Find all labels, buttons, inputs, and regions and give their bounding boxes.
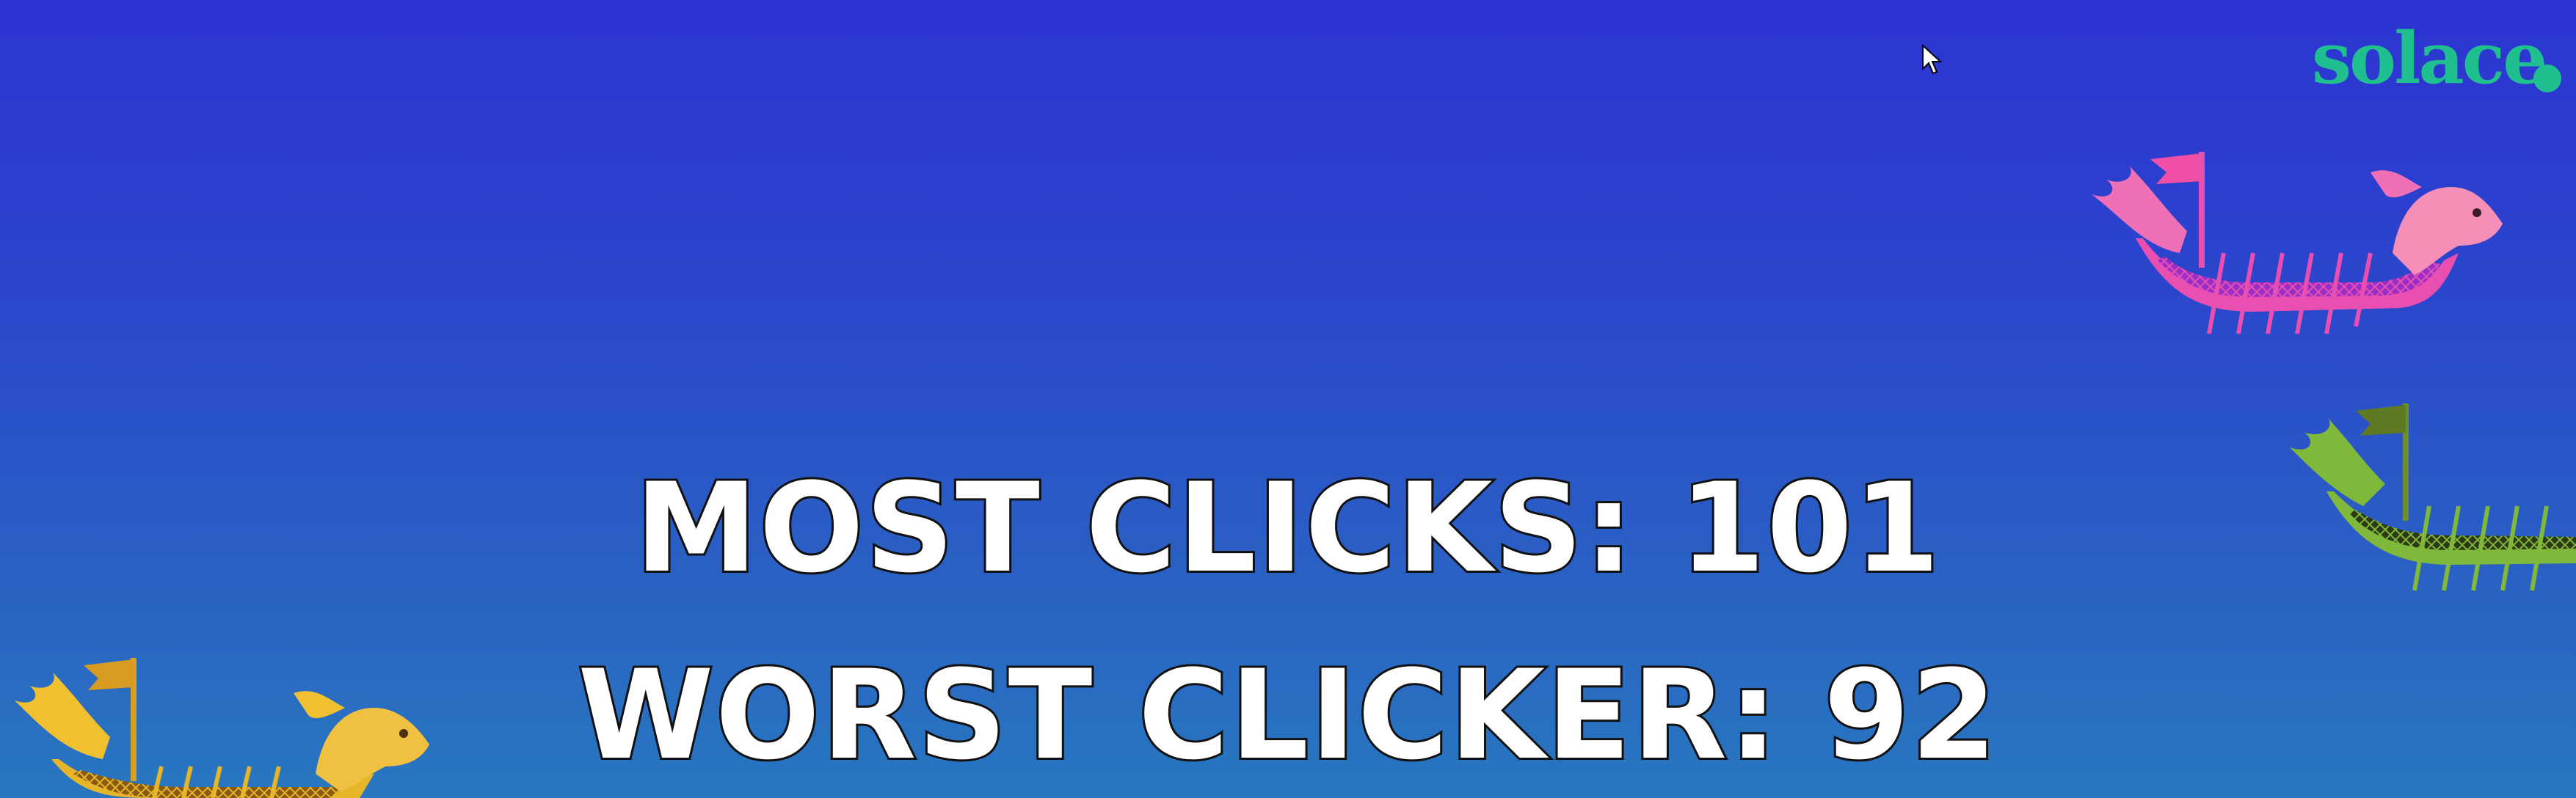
most-clicks-score: MOST CLICKS: 101 <box>633 456 1942 600</box>
logo-text: solace <box>2312 17 2547 100</box>
mouse-cursor-icon <box>1922 44 1942 75</box>
worst-clicker-score: WORST CLICKER: 92 <box>575 643 1998 787</box>
logo-dot <box>2533 65 2561 92</box>
dragon-boat-pink-icon <box>2092 152 2503 334</box>
solace-logo: solace <box>2312 15 2576 103</box>
